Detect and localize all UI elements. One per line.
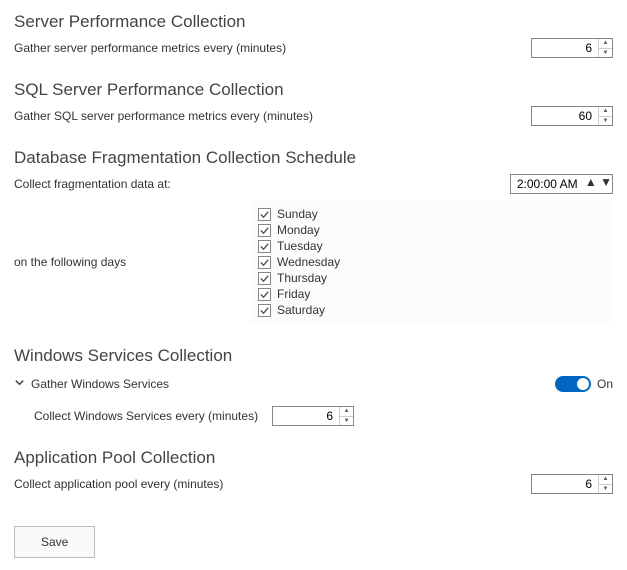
day-label: Wednesday bbox=[277, 255, 340, 269]
fragmentation-title: Database Fragmentation Collection Schedu… bbox=[14, 148, 613, 168]
server-performance-title: Server Performance Collection bbox=[14, 12, 613, 32]
frag-days-box: Sunday Monday Tuesday Wednesday Thursday… bbox=[250, 200, 613, 324]
checkbox-saturday[interactable] bbox=[258, 304, 271, 317]
services-interval-label: Collect Windows Services every (minutes) bbox=[34, 409, 258, 423]
day-label: Saturday bbox=[277, 303, 325, 317]
sql-perf-input[interactable] bbox=[532, 107, 598, 125]
services-interval-spinner[interactable]: ▲ ▼ bbox=[272, 406, 354, 426]
day-friday[interactable]: Friday bbox=[258, 286, 605, 302]
frag-time-picker[interactable]: ▲ ▼ bbox=[510, 174, 613, 194]
server-perf-label: Gather server performance metrics every … bbox=[14, 41, 286, 55]
save-button[interactable]: Save bbox=[14, 526, 95, 558]
spinner-up-icon[interactable]: ▲ bbox=[599, 475, 612, 485]
services-interval-input[interactable] bbox=[273, 407, 339, 425]
day-label: Thursday bbox=[277, 271, 327, 285]
app-pool-title: Application Pool Collection bbox=[14, 448, 613, 468]
windows-services-section: Windows Services Collection Gather Windo… bbox=[14, 346, 613, 426]
spinner-down-icon[interactable]: ▼ bbox=[340, 417, 353, 426]
spinner-down-icon[interactable]: ▼ bbox=[599, 485, 612, 494]
frag-days-label: on the following days bbox=[14, 255, 250, 269]
app-pool-spinner[interactable]: ▲ ▼ bbox=[531, 474, 613, 494]
server-perf-spinner[interactable]: ▲ ▼ bbox=[531, 38, 613, 58]
checkbox-monday[interactable] bbox=[258, 224, 271, 237]
spinner-up-icon[interactable]: ▲ bbox=[599, 39, 612, 49]
frag-time-input[interactable] bbox=[511, 175, 585, 193]
spinner-up-icon[interactable]: ▲ bbox=[340, 407, 353, 417]
gather-services-label: Gather Windows Services bbox=[31, 377, 169, 391]
day-label: Monday bbox=[277, 223, 320, 237]
sql-performance-section: SQL Server Performance Collection Gather… bbox=[14, 80, 613, 126]
chevron-down-icon[interactable] bbox=[14, 377, 25, 391]
checkbox-wednesday[interactable] bbox=[258, 256, 271, 269]
server-perf-input[interactable] bbox=[532, 39, 598, 57]
fragmentation-section: Database Fragmentation Collection Schedu… bbox=[14, 148, 613, 324]
checkbox-thursday[interactable] bbox=[258, 272, 271, 285]
sql-perf-spinner[interactable]: ▲ ▼ bbox=[531, 106, 613, 126]
spinner-down-icon[interactable]: ▼ bbox=[600, 175, 612, 189]
gather-services-toggle[interactable] bbox=[555, 376, 591, 392]
day-monday[interactable]: Monday bbox=[258, 222, 605, 238]
sql-perf-label: Gather SQL server performance metrics ev… bbox=[14, 109, 313, 123]
day-tuesday[interactable]: Tuesday bbox=[258, 238, 605, 254]
spinner-up-icon[interactable]: ▲ bbox=[585, 175, 597, 189]
frag-collect-at-label: Collect fragmentation data at: bbox=[14, 177, 171, 191]
checkbox-tuesday[interactable] bbox=[258, 240, 271, 253]
spinner-up-icon[interactable]: ▲ bbox=[599, 107, 612, 117]
day-thursday[interactable]: Thursday bbox=[258, 270, 605, 286]
windows-services-title: Windows Services Collection bbox=[14, 346, 613, 366]
server-performance-section: Server Performance Collection Gather ser… bbox=[14, 12, 613, 58]
day-label: Friday bbox=[277, 287, 310, 301]
app-pool-label: Collect application pool every (minutes) bbox=[14, 477, 223, 491]
day-wednesday[interactable]: Wednesday bbox=[258, 254, 605, 270]
toggle-state-label: On bbox=[597, 377, 613, 391]
day-sunday[interactable]: Sunday bbox=[258, 206, 605, 222]
checkbox-sunday[interactable] bbox=[258, 208, 271, 221]
day-label: Tuesday bbox=[277, 239, 323, 253]
sql-performance-title: SQL Server Performance Collection bbox=[14, 80, 613, 100]
spinner-down-icon[interactable]: ▼ bbox=[599, 117, 612, 126]
app-pool-input[interactable] bbox=[532, 475, 598, 493]
spinner-down-icon[interactable]: ▼ bbox=[599, 49, 612, 58]
app-pool-section: Application Pool Collection Collect appl… bbox=[14, 448, 613, 494]
day-saturday[interactable]: Saturday bbox=[258, 302, 605, 318]
day-label: Sunday bbox=[277, 207, 318, 221]
checkbox-friday[interactable] bbox=[258, 288, 271, 301]
